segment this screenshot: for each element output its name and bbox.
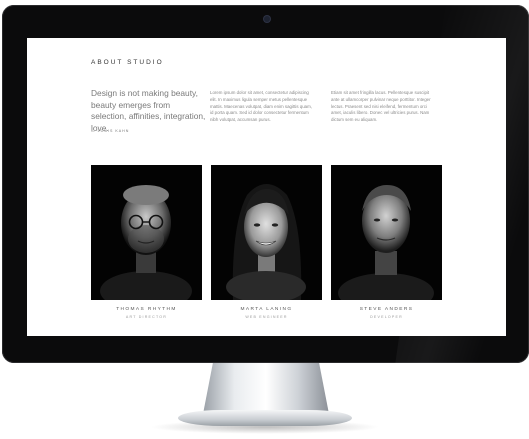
text-column-1: Lorem ipsum dolor sit amet, consectetur … xyxy=(210,90,313,123)
desktop-mockup: ABOUT STUDIO Design is not making beauty… xyxy=(0,0,529,439)
team-member-role: DEVELOPER xyxy=(370,315,403,319)
screen: ABOUT STUDIO Design is not making beauty… xyxy=(27,38,506,336)
portrait-man-image xyxy=(331,165,442,300)
camera-icon xyxy=(264,16,270,22)
team-member-name: STEVE ANDERS xyxy=(359,307,414,312)
team-member-name: MARTA LANING xyxy=(240,307,293,312)
team-member-role: ART DIRECTOR xyxy=(125,315,168,319)
quote-text: Design is not making beauty, beauty emer… xyxy=(91,88,206,133)
text-column-2: Etiam sit amet fringilla lacus. Pellente… xyxy=(331,90,431,123)
monitor-stand-neck xyxy=(203,362,329,414)
portrait-woman-image xyxy=(211,165,322,300)
team-member-role: WEB ENGINEER xyxy=(245,315,288,319)
team-photo-card[interactable] xyxy=(91,165,202,300)
page-title: ABOUT STUDIO xyxy=(91,59,164,66)
monitor-stand-base xyxy=(178,410,352,426)
quote-author: — LOUIS KAHN xyxy=(91,129,130,133)
team-photo-card[interactable] xyxy=(331,165,442,300)
team-photo-card[interactable] xyxy=(211,165,322,300)
team-member-name: THOMAS RHYTHM xyxy=(116,307,177,312)
portrait-man-glasses-image xyxy=(91,165,202,300)
monitor-bezel: ABOUT STUDIO Design is not making beauty… xyxy=(2,5,529,363)
